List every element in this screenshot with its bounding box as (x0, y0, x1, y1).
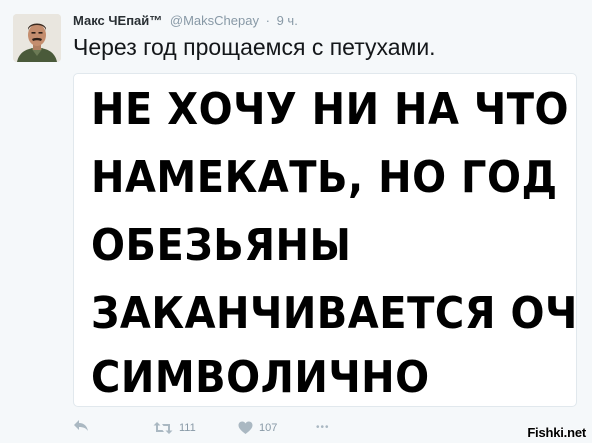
author-name[interactable]: Макс ЧЕпай™ (73, 13, 162, 28)
author-handle[interactable]: @MaksChepay (170, 13, 259, 28)
avatar[interactable] (13, 14, 61, 62)
like-count: 107 (259, 422, 278, 434)
like-button[interactable]: 107 (238, 418, 277, 438)
tweet-text: Через год прощаемся с петухами. (73, 34, 436, 60)
retweet-icon (153, 422, 173, 434)
more-button[interactable]: ••• (316, 418, 330, 438)
tweet-card: Макс ЧЕпай™ @MaksChepay · 9 ч. Через год… (0, 0, 592, 443)
reply-button[interactable] (73, 418, 89, 432)
media-text-line: СИМВОЛИЧНО (91, 352, 430, 403)
media-text-line: ОБЕЗЬЯНЫ (91, 220, 352, 271)
media-text-line: НЕ ХОЧУ НИ НА ЧТО (91, 84, 570, 135)
separator-dot: · (265, 13, 270, 28)
tweet-header: Макс ЧЕпай™ @MaksChepay · 9 ч. (73, 12, 298, 30)
more-icon: ••• (316, 422, 330, 433)
tweet-actions: 111 107 ••• (73, 418, 513, 438)
media-text-line: НАМЕКАТЬ, НО ГОД (91, 152, 558, 203)
watermark: Fishki.net (527, 425, 586, 440)
retweet-button[interactable]: 111 (153, 418, 196, 438)
media-text-line: ЗАКАНЧИВАЕТСЯ ОЧЕНЬ (91, 288, 577, 339)
heart-icon (238, 421, 253, 434)
tweet-timestamp[interactable]: 9 ч. (277, 13, 298, 28)
retweet-count: 111 (179, 422, 196, 434)
tweet-media-image[interactable]: НЕ ХОЧУ НИ НА ЧТО НАМЕКАТЬ, НО ГОД ОБЕЗЬ… (73, 73, 577, 407)
reply-icon (74, 420, 88, 431)
avatar-portrait-icon (13, 14, 61, 62)
